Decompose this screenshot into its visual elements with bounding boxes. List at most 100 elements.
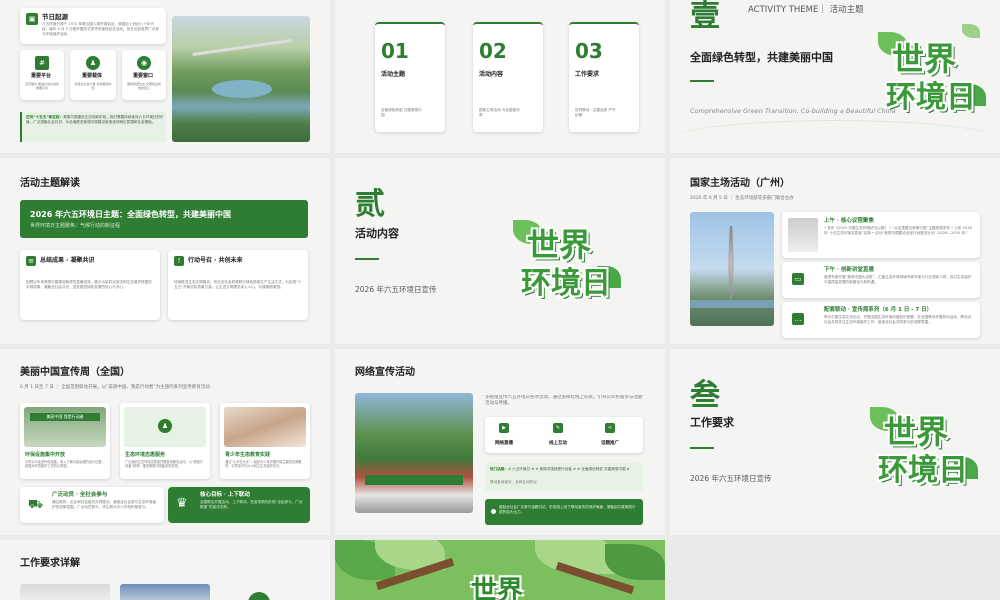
platform-title: 重要平台 <box>31 73 52 79</box>
canton-tower-photo <box>690 212 774 326</box>
theme-banner-title: 2026 年六五环境日主题：全面绿色转型，共建美丽中国 <box>30 210 232 219</box>
press-photo <box>788 218 818 252</box>
car-icon: ⛟ <box>28 497 44 511</box>
origin-title: 节日起源 <box>42 13 68 21</box>
globe-icon: ◉ <box>137 56 151 70</box>
linkage-title: 配套联动 · 宣传周系列（6 月 1 日 - 7 日） <box>824 307 933 313</box>
topic-tags: # 六五环境日 # # 美丽中国我是行动者 # # 全面绿色转型 共建美丽中国 … <box>507 467 630 471</box>
slide-festival-origin[interactable]: ▣ 节日起源 六五环境日源于 1972 年联合国人类环境会议，我国自上世纪八十年… <box>0 0 330 153</box>
work-icon-circle <box>248 592 270 600</box>
overview-card-2: 02 活动内容 国家主场活动 与全国宣传周 <box>473 22 543 132</box>
work-photo-1 <box>20 584 110 600</box>
pin-icon: ! <box>174 256 184 266</box>
section-divider-2 <box>355 258 379 260</box>
goal-title: 核心目标 · 上下联动 <box>200 492 250 498</box>
carrier-title: 重要载体 <box>82 73 103 79</box>
slide-publicity-week[interactable]: 美丽中国宣传周（全国） 6 月 1 日至 7 日 ｜ 全国范围联动开展，以“美丽… <box>0 349 330 535</box>
people-icon: ♟ <box>86 56 100 70</box>
overview-desc-2: 国家主场活动 与全国宣传周 <box>479 108 520 117</box>
slide-closing[interactable]: 世界 <box>335 540 665 600</box>
slide-online-campaign[interactable]: 网络宣传活动 多视角宣传六五环境日各项活动，通过多样化线上形式，引导公众积极参与… <box>335 349 665 535</box>
window-desc: 展现我国生态 文明建设成效的窗口 <box>127 82 161 90</box>
topic-head: 热门话题： <box>490 467 508 471</box>
slide-overview[interactable]: 01 活动主题 全面绿色转型 共建美丽中国 02 活动内容 国家主场活动 与全国… <box>335 0 665 153</box>
theme-banner-sub: 世界环境日主题聚焦：气候行动的新征程 <box>30 223 121 229</box>
linkage-desc: 举办中国生态文化论坛、开展全国生态环境科普知识竞赛，在全国联动开展系列活动，联动… <box>824 315 972 324</box>
section-subtitle-2: 2026 年六五环境日宣传 <box>355 285 437 294</box>
logo-word-2: 环境日 <box>521 266 611 301</box>
theme-banner: 2026 年六五环境日主题：全面绿色转型，共建美丽中国 世界环境日主题聚焦：气候… <box>20 200 308 238</box>
morning-title: 上午 · 核心议程聚焦 <box>824 218 874 224</box>
hash-icon: # <box>35 56 49 70</box>
environment-day-logo: 世界 环境日 <box>870 395 980 495</box>
note-head: 迈向“十五五”新征程： <box>26 115 64 119</box>
dot-icon <box>491 509 496 514</box>
slogan-banner: 美丽中国 我是行动者 <box>30 413 100 421</box>
channel-card: ▶ 网络直播 ✎ 线上互动 < 话题推广 <box>485 417 643 453</box>
facility-col: 美丽中国 我是行动者 环保设施集中开放 引导公众走进环保设施，深入了解污染治理的… <box>20 403 110 479</box>
crowd-photo <box>355 393 473 513</box>
s7-sub: 6 月 1 日至 7 日 ｜ 全国范围联动开展，以“美丽中国，我是行动者”为主题… <box>20 385 210 390</box>
people-icon: ♟ <box>158 419 172 433</box>
window-title: 重要窗口 <box>133 73 154 79</box>
overview-card-3: 03 工作要求 协同联动 · 注重品质 严守纪律 <box>569 22 639 132</box>
logo-word-2: 环境日 <box>886 80 976 115</box>
topic-desc: 联动各地宣传，全网互动热议 <box>490 480 537 484</box>
origin-icon: ▣ <box>26 13 38 25</box>
s6-sub: 2026 年 6 月 5 日 ｜ 生态环境部等多部门联合主办 <box>690 196 794 201</box>
section-subtitle-3: 2026 年六五环境日宣传 <box>690 474 772 483</box>
afternoon-desc: 邀请专家开展“美丽中国大讲堂”，汇聚生态环境领域专家学者与行业领军人物，探讨生态… <box>824 275 972 284</box>
action-title: 行动号召 · 共创未来 <box>188 257 243 264</box>
facility-desc: 引导公众走进环保设施，深入了解污染治理的运行过程，增强对环境保护工作的认同感。 <box>25 460 105 469</box>
linkage-card: … 配套联动 · 宣传周系列（6 月 1 日 - 7 日） 举办中国生态文化论坛… <box>782 302 980 338</box>
mobilize-desc: 通过政府、企业和社会组织共同推动，营造全社会参与生态环境保护的浓厚氛围，广泛动员… <box>52 500 157 509</box>
section-numeral-1: 壹 <box>690 0 720 34</box>
overview-num-1: 01 <box>381 39 409 63</box>
note-text: 迈向“十五五”新征程：美丽中国建设正迈向新阶段，我们需要持续宣传六五环境日的价值… <box>26 115 164 141</box>
online-footer: 鼓励全社会广泛参与话题讨论，形成线上线下联动宣传的良好局面，凝聚起共建美丽中国的… <box>485 499 643 525</box>
carrier-card: ♟ 重要载体 动员全社会力量 共建美丽中国 <box>70 50 116 100</box>
s8-intro: 多视角宣传六五环境日各项活动，通过多样化线上形式，引导公众积极参与话题活动与传播… <box>485 395 643 406</box>
overview-label-1: 活动主题 <box>381 71 406 78</box>
action-desc: 持续推进生态文明建设，号召全社会积极践行绿色低碳生产生活方式，为实现“十五五”开… <box>174 280 302 289</box>
mobilize-title: 广泛动员 · 全社会参与 <box>52 492 108 498</box>
live-icon: ▶ <box>499 423 509 433</box>
section-tag-1: ACTIVITY THEME｜ 活动主题 <box>748 5 864 15</box>
s8-title: 网络宣传活动 <box>355 367 415 378</box>
action-card: ! 行动号召 · 共创未来 持续推进生态文明建设，号召全社会积极践行绿色低碳生产… <box>168 250 308 320</box>
note-box: 迈向“十五五”新征程：美丽中国建设正迈向新阶段，我们需要持续宣传六五环境日的价值… <box>20 112 166 142</box>
slide-theme-interpretation[interactable]: 活动主题解读 2026 年六五环境日主题：全面绿色转型，共建美丽中国 世界环境日… <box>0 158 330 344</box>
platform-card: # 重要平台 宣传理念 推进社会共治的重要平台 <box>20 50 64 100</box>
trophy-icon: ♛ <box>176 496 188 511</box>
s10-title: 工作要求详解 <box>20 558 80 569</box>
goal-desc: 全国联合开展活动，上下联动，在宣传周内形成“全民参与、广泛覆盖”的宣传态势。 <box>200 500 303 509</box>
youth-col: 青少年生态教育实践 通过“小手拉大手”，组织青少年开展环保主题的实践教育，引导孩… <box>220 403 310 479</box>
origin-card: ▣ 节日起源 六五环境日源于 1972 年联合国人类环境会议，我国自上世纪八十年… <box>20 8 166 44</box>
section-divider-1 <box>690 80 714 82</box>
volunteer-col: ♟ 生态环境志愿服务 广泛组织生态环保志愿者开展宣传服务活动，以“我是行动者”精… <box>120 403 210 479</box>
s6-title: 国家主场活动（广州） <box>690 178 790 189</box>
environment-day-logo: 世界 环境日 <box>878 22 988 122</box>
facility-title: 环保设施集中开放 <box>25 452 66 458</box>
volunteer-desc: 广泛组织生态环保志愿者开展宣传服务活动，以“我是行动者”精神，推进美丽中国建设的… <box>125 460 204 469</box>
slide-section-1[interactable]: 壹 ACTIVITY THEME｜ 活动主题 全面绿色转型，共建美丽中国 Com… <box>670 0 1000 153</box>
slide-national-event[interactable]: 国家主场活动（广州） 2026 年 6 月 5 日 ｜ 生态环境部等多部门联合主… <box>670 158 1000 344</box>
tv-icon: ▭ <box>792 273 804 285</box>
section-title-3: 工作要求 <box>690 416 734 429</box>
slide-section-3[interactable]: 叁 工作要求 2026 年六五环境日宣传 世界 环境日 <box>670 349 1000 535</box>
slide-work-details[interactable]: 工作要求详解 <box>0 540 330 600</box>
topic-text: 热门话题：# 六五环境日 # # 美丽中国我是行动者 # # 全面绿色转型 共建… <box>490 467 640 479</box>
aerial-photo <box>172 16 310 142</box>
live-label: 网络直播 <box>495 441 513 446</box>
overview-num-2: 02 <box>479 39 507 63</box>
slide-section-2[interactable]: 贰 活动内容 2026 年六五环境日宣传 世界 环境日 <box>335 158 665 344</box>
closing-logo-word: 世界 <box>471 576 524 600</box>
summary-card: ≡ 总结成果 · 凝聚共识 回顾近年来美丽中国建设取得的显著成效，展示污染防治攻… <box>20 250 160 320</box>
overview-card-1: 01 活动主题 全面绿色转型 共建美丽中国 <box>375 22 445 132</box>
origin-desc: 六五环境日源于 1972 年联合国人类环境会议，我国自上世纪八十年代起，每年 6… <box>42 22 159 36</box>
section-numeral-2: 贰 <box>355 187 385 222</box>
wave-decoration <box>670 120 1000 153</box>
interact-label: 线上互动 <box>549 441 567 446</box>
carrier-desc: 动员全社会力量 共建美丽中国 <box>74 82 112 90</box>
section-divider-3 <box>690 447 714 449</box>
